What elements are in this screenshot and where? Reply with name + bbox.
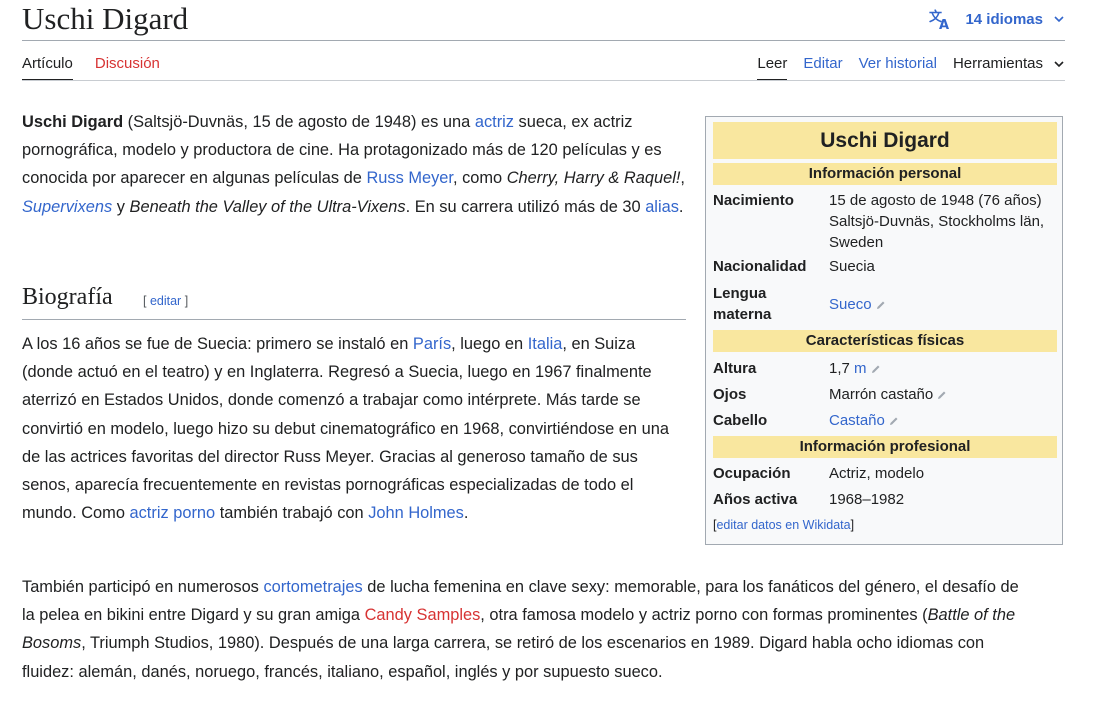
pencil-icon[interactable] (937, 390, 947, 400)
text: y (112, 197, 130, 216)
biography-paragraph: A los 16 años se fue de Suecia: primero … (22, 330, 690, 527)
value-lengua: Sueco (829, 294, 886, 315)
tab-articulo[interactable]: Artículo (22, 55, 73, 81)
label-ojos: Ojos (713, 386, 747, 403)
label-ocupacion: Ocupación (713, 465, 791, 482)
link-candy-samples[interactable]: Candy Samples (365, 606, 481, 624)
label-nacimiento: Nacimiento (713, 192, 794, 209)
film-title: Supervixens (22, 197, 113, 216)
namespace-tabs: Artículo Discusión (22, 55, 182, 81)
value-nacimiento: 15 de agosto de 1948 (76 años) Saltsjö-D… (829, 190, 1044, 253)
link-john-holmes[interactable]: John Holmes (368, 504, 464, 522)
text: A los 16 años se fue de Suecia: primero … (22, 335, 413, 353)
svg-text:A: A (939, 18, 949, 30)
title-divider (22, 40, 1065, 41)
infobox-section-personal: Información personal (713, 163, 1057, 185)
label-nacionalidad: Nacionalidad (713, 258, 807, 275)
tools-label: Herramientas (952, 55, 1043, 72)
language-selector[interactable]: 文 A 14 idiomas (929, 8, 1065, 30)
infobox: Uschi Digard Información personal Nacimi… (705, 116, 1063, 545)
label-lengua: Lengua materna (713, 283, 771, 325)
value-altura: 1,7 m (829, 358, 881, 379)
link-italia[interactable]: Italia (528, 335, 563, 353)
infobox-section-fisicas: Características físicas (713, 330, 1057, 352)
text: También participó en numerosos (22, 578, 264, 596)
text: , Triumph Studios, 1980). Después de una… (22, 634, 985, 681)
pencil-icon[interactable] (889, 416, 899, 426)
link-actriz[interactable]: actriz (475, 113, 514, 131)
bracket: ] (181, 294, 189, 308)
tabs-divider (22, 80, 1065, 81)
section-title: Biografía (22, 284, 113, 310)
infobox-section-profesional: Información profesional (713, 436, 1057, 458)
translate-icon: 文 A (929, 9, 949, 30)
text: , en Suiza (donde actuó en el teatro) y … (22, 335, 669, 523)
value-ojos: Marrón castaño (829, 384, 947, 405)
intro-paragraph: Uschi Digard (Saltsjö-Duvnäs, 15 de agos… (22, 108, 690, 221)
wikidata-edit: [editar datos en Wikidata] (713, 518, 854, 532)
link-paris[interactable]: París (413, 335, 451, 353)
label-cabello: Cabello (713, 412, 768, 429)
value-cabello: Castaño (829, 410, 899, 431)
section-edit-link[interactable]: editar (150, 294, 181, 308)
chevron-down-icon (1054, 16, 1064, 23)
link-metro[interactable]: m (854, 360, 867, 377)
label-anos-activa: Años activa (713, 491, 798, 508)
link-supervixens[interactable]: Supervixens (22, 198, 112, 216)
text: , otra famosa modelo y actriz porno con … (480, 606, 928, 625)
birth-date: 15 de agosto de 1948 (76 años) (829, 192, 1042, 209)
text: también trabajó con (215, 504, 369, 523)
eye-color: Marrón castaño (829, 386, 934, 403)
subject-name: Uschi Digard (22, 113, 124, 131)
film-title: Beneath the Valley of the Ultra-Vixens (129, 197, 406, 216)
birth-place: Saltsjö-Duvnäs, Stockholms län, (829, 213, 1045, 230)
text: (Saltsjö-Duvnäs, 15 de agosto de 1948) e… (123, 113, 475, 131)
text: . (463, 504, 469, 523)
pencil-icon[interactable] (871, 364, 881, 374)
tools-menu[interactable]: Herramientas (953, 55, 1065, 79)
section-edit: [ editar ] (143, 294, 188, 308)
wikidata-edit-link[interactable]: editar datos en Wikidata (716, 518, 850, 532)
value-nacionalidad: Suecia (829, 258, 875, 275)
biography-paragraph-2: También participó en numerosos cortometr… (22, 573, 1032, 686)
link-alias[interactable]: alias (645, 198, 679, 216)
birth-country: Sweden (829, 234, 884, 251)
link-actriz-porno[interactable]: actriz porno (130, 504, 216, 522)
link-sueco[interactable]: Sueco (829, 296, 872, 313)
chevron-down-icon (1054, 60, 1064, 67)
bracket: [ (143, 294, 150, 308)
label-line: Lengua (713, 285, 767, 302)
section-heading: Biografía [ editar ] (22, 282, 686, 320)
film-title: Cherry, Harry & Raquel! (506, 169, 681, 188)
text: , luego en (451, 335, 528, 353)
infobox-title: Uschi Digard (713, 122, 1057, 159)
value-anos-activa: 1968–1982 (829, 491, 905, 508)
pencil-icon[interactable] (876, 300, 886, 310)
text: , como (452, 169, 507, 188)
tab-leer[interactable]: Leer (757, 55, 788, 81)
bracket: ] (850, 518, 855, 532)
view-tabs: Leer Editar Ver historial Herramientas (757, 55, 1065, 81)
text: . En su carrera utilizó más de 30 (405, 197, 646, 216)
page-title: Uschi Digard (22, 1, 189, 36)
tab-historial[interactable]: Ver historial (859, 55, 937, 79)
text: , (680, 169, 685, 188)
link-castano[interactable]: Castaño (829, 412, 885, 429)
language-count: 14 idiomas (965, 10, 1043, 28)
value-ocupacion: Actriz, modelo (829, 465, 925, 482)
label-line: materna (713, 306, 772, 323)
tab-discusion[interactable]: Discusión (95, 55, 160, 81)
tab-editar[interactable]: Editar (803, 55, 842, 79)
link-russ-meyer[interactable]: Russ Meyer (366, 169, 453, 187)
link-cortometrajes[interactable]: cortometrajes (263, 578, 362, 596)
height-value: 1,7 (829, 360, 850, 377)
label-altura: Altura (713, 360, 757, 377)
text: . (678, 197, 684, 216)
